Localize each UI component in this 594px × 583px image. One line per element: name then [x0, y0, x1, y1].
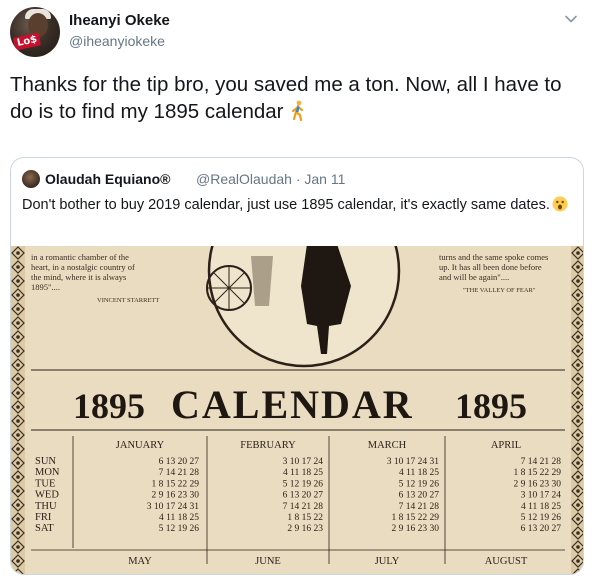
- day-row: 7 14 21 28: [399, 502, 440, 512]
- weekday-label: WED: [35, 490, 59, 501]
- astonished-face-emoji-icon: [552, 196, 568, 212]
- epigraph-left-line-4: 1895"....: [31, 282, 60, 292]
- quoted-author-handle: @RealOlaudah: [196, 171, 292, 187]
- day-row: 2 9 16 23 30: [514, 479, 562, 489]
- tweet-text: Thanks for the tip bro, you saved me a t…: [10, 71, 585, 125]
- person-walking-emoji-icon: [291, 100, 303, 122]
- weekday-label: SUN: [35, 456, 56, 467]
- day-row: 6 13 20 27: [283, 491, 324, 501]
- quoted-tweet-body: Don't bother to buy 2019 calendar, just …: [22, 197, 550, 213]
- epigraph-left-credit: VINCENT STARRETT: [97, 297, 159, 304]
- month-name: FEBRUARY: [240, 440, 296, 451]
- epigraph-left-line-2: heart, in a nostalgic country of: [31, 262, 135, 272]
- author-avatar[interactable]: Lo$: [10, 7, 60, 57]
- quoted-author-name: Olaudah Equiano®: [45, 171, 171, 187]
- day-row: 5 12 19 26: [159, 524, 200, 534]
- epigraph-right-line-2: up. It has all been done before: [439, 262, 542, 272]
- day-row: 3 10 17 24 31: [147, 502, 200, 512]
- month-name: MAY: [128, 556, 152, 567]
- day-row: 1 8 15 22 29: [152, 479, 200, 489]
- day-row: 5 12 19 26: [521, 513, 562, 523]
- quoted-tweet-text: Don't bother to buy 2019 calendar, just …: [22, 196, 574, 215]
- weekday-label: TUE: [35, 478, 55, 489]
- day-row: 5 12 19 26: [283, 479, 324, 489]
- day-row: 1 8 15 22: [287, 513, 323, 523]
- epigraph-right-line-3: and will be again"....: [439, 272, 509, 282]
- day-row: 6 13 20 27: [521, 524, 562, 534]
- day-row: 3 10 17 24: [521, 491, 562, 501]
- day-row: 6 13 20 27: [399, 491, 440, 501]
- day-row: 2 9 16 23 30: [152, 491, 200, 501]
- day-row: 2 9 16 23 30: [392, 524, 440, 534]
- epigraph-left-line-1: in a romantic chamber of the: [31, 252, 129, 262]
- day-row: 7 14 21 28: [283, 502, 324, 512]
- day-row: 1 8 15 22 29: [392, 513, 440, 523]
- epigraph-left-line-3: the mind, where it is always: [31, 272, 126, 282]
- calendar-year-right: 1895: [455, 386, 527, 426]
- month-name: JULY: [375, 556, 400, 567]
- quoted-author-avatar: [22, 170, 40, 188]
- day-row: 7 14 21 28: [521, 457, 562, 467]
- day-row: 1 8 15 22 29: [514, 468, 562, 478]
- weekday-label: MON: [35, 467, 60, 478]
- author-handle[interactable]: @iheanyiokeke: [69, 33, 165, 49]
- weekday-label: FRI: [35, 512, 52, 523]
- avatar-badge: Lo$: [12, 32, 42, 51]
- day-row: 6 13 20 27: [159, 457, 200, 467]
- weekday-label: SAT: [35, 523, 54, 534]
- day-row: 7 14 21 28: [159, 468, 200, 478]
- day-row: 2 9 16 23: [287, 524, 323, 534]
- epigraph-right-credit: "THE VALLEY OF FEAR": [463, 287, 536, 294]
- quoted-tweet-date: Jan 11: [304, 171, 346, 187]
- day-row: 3 10 17 24: [283, 457, 324, 467]
- month-name: APRIL: [491, 440, 521, 451]
- chevron-down-icon[interactable]: [564, 12, 578, 26]
- calendar-photo: in a romantic chamber of the heart, in a…: [11, 246, 583, 574]
- author-display-name[interactable]: Iheanyi Okeke: [69, 12, 170, 29]
- calendar-year-left: 1895: [73, 386, 145, 426]
- day-row: 5 12 19 26: [399, 479, 440, 489]
- day-row: 3 10 17 24 31: [387, 457, 440, 467]
- day-row: 4 11 18 25: [521, 502, 561, 512]
- month-name: MARCH: [368, 440, 407, 451]
- epigraph-right-line-1: turns and the same spoke comes: [439, 252, 548, 262]
- meta-separator: ·: [295, 171, 301, 187]
- month-name: JUNE: [255, 556, 281, 567]
- day-row: 4 11 18 25: [159, 513, 199, 523]
- month-name: AUGUST: [485, 556, 528, 567]
- quoted-author-meta: @RealOlaudah · Jan 11: [196, 171, 345, 187]
- calendar-image[interactable]: in a romantic chamber of the heart, in a…: [11, 246, 583, 574]
- weekday-label: THU: [35, 501, 57, 512]
- calendar-title: CALENDAR: [171, 382, 414, 427]
- month-name: JANUARY: [116, 440, 165, 451]
- day-row: 4 11 18 25: [283, 468, 323, 478]
- day-row: 4 11 18 25: [399, 468, 439, 478]
- quoted-tweet-card[interactable]: Olaudah Equiano® @RealOlaudah · Jan 11 D…: [10, 157, 584, 575]
- tweet-body: Thanks for the tip bro, you saved me a t…: [10, 73, 562, 123]
